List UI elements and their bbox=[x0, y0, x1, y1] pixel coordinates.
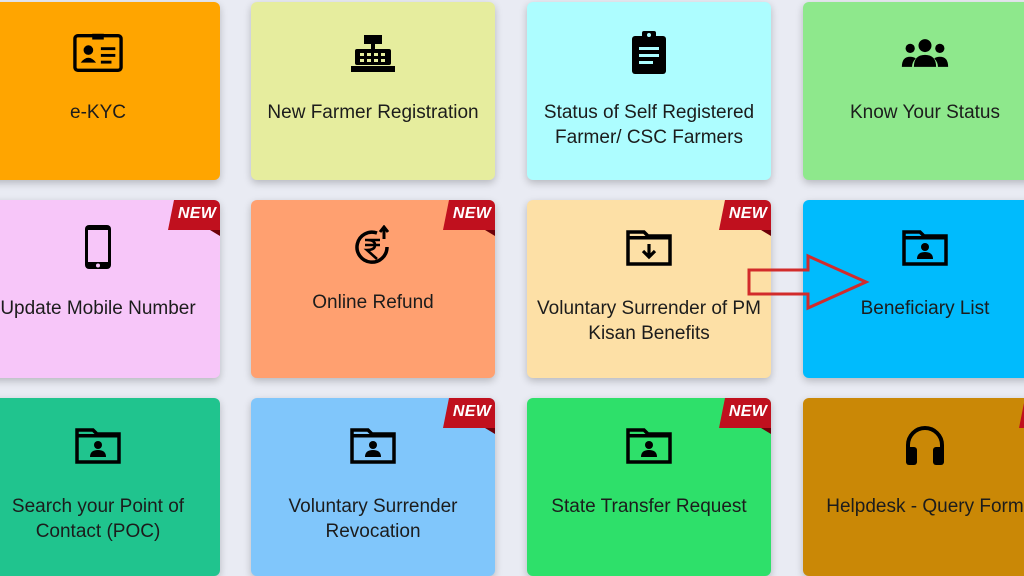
tile-label-line2: Revocation bbox=[325, 521, 421, 542]
tile-online-refund[interactable]: Online Refund NEW bbox=[251, 200, 495, 378]
folder-download-icon bbox=[624, 222, 674, 272]
tile-label: Voluntary Surrender of PM bbox=[537, 298, 761, 319]
new-badge: NEW bbox=[168, 200, 220, 236]
new-badge: NEW bbox=[719, 398, 771, 434]
tile-label: State Transfer Request bbox=[551, 496, 747, 517]
users-icon bbox=[900, 28, 950, 78]
tile-label: Know Your Status bbox=[850, 102, 1000, 123]
tile-label: New Farmer Registration bbox=[267, 102, 479, 123]
id-card-icon bbox=[73, 28, 123, 78]
new-badge: NEW bbox=[443, 398, 495, 434]
cash-register-icon bbox=[348, 28, 398, 78]
tile-know-your-status[interactable]: Know Your Status bbox=[803, 2, 1024, 180]
tile-helpdesk-query-form[interactable]: Helpdesk - Query Form NEW bbox=[803, 398, 1024, 576]
tile-label-line2: Farmer/ CSC Farmers bbox=[555, 127, 743, 148]
folder-user-icon bbox=[900, 222, 950, 272]
headphones-icon bbox=[900, 420, 950, 470]
tile-label-line2: Contact (POC) bbox=[35, 521, 161, 542]
new-badge: NEW bbox=[719, 200, 771, 236]
new-badge: NEW bbox=[1019, 398, 1024, 434]
tile-voluntary-surrender[interactable]: Voluntary Surrender of PM Kisan Benefits… bbox=[527, 200, 771, 378]
tile-new-farmer-registration[interactable]: New Farmer Registration bbox=[251, 2, 495, 180]
tile-search-poc[interactable]: Search your Point of Contact (POC) bbox=[0, 398, 220, 576]
tile-label: Search your Point of bbox=[11, 496, 185, 517]
rupee-refund-icon bbox=[348, 222, 398, 272]
tile-label: Status of Self Registered bbox=[543, 102, 755, 123]
pointer-arrow bbox=[746, 253, 870, 316]
tile-status-self-registered[interactable]: Status of Self Registered Farmer/ CSC Fa… bbox=[527, 2, 771, 180]
tile-label: Update Mobile Number bbox=[0, 298, 196, 319]
tile-label-line2: Kisan Benefits bbox=[588, 323, 710, 344]
folder-user-icon bbox=[624, 420, 674, 470]
new-badge: NEW bbox=[443, 200, 495, 236]
folder-user-icon bbox=[73, 420, 123, 470]
tile-voluntary-surrender-revocation[interactable]: Voluntary Surrender Revocation NEW bbox=[251, 398, 495, 576]
tile-label: Voluntary Surrender bbox=[288, 496, 458, 517]
tile-e-kyc[interactable]: e-KYC bbox=[0, 2, 220, 180]
tile-label: Helpdesk - Query Form bbox=[826, 496, 1024, 517]
mobile-phone-icon bbox=[73, 222, 123, 272]
clipboard-icon bbox=[624, 28, 674, 78]
tile-state-transfer-request[interactable]: State Transfer Request NEW bbox=[527, 398, 771, 576]
tile-label: Online Refund bbox=[312, 292, 434, 313]
folder-user-icon bbox=[348, 420, 398, 470]
tile-label: e-KYC bbox=[70, 102, 126, 123]
tile-update-mobile-number[interactable]: Update Mobile Number NEW bbox=[0, 200, 220, 378]
